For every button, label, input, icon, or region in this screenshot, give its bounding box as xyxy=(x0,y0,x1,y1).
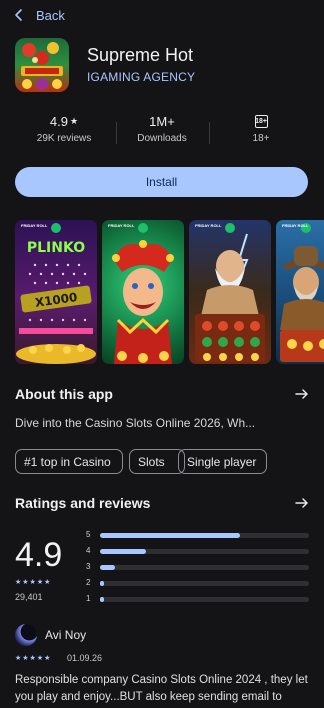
stat-age: 18+ 18+ xyxy=(211,110,311,144)
histogram-label: 3 xyxy=(86,562,91,571)
back-button[interactable]: Back xyxy=(12,4,65,26)
stat-rating: 4.9 ★ 29K reviews xyxy=(14,110,114,145)
app-title: Supreme Hot xyxy=(87,45,194,65)
rating-count: 29,401 xyxy=(15,592,43,602)
screenshot-cowboy[interactable]: FRIDAY ROLL xyxy=(276,220,324,364)
about-description: Dive into the Casino Slots Online 2026, … xyxy=(15,416,256,430)
rating-score: 4.9 xyxy=(15,536,63,574)
about-section-header[interactable]: About this app xyxy=(15,383,309,405)
arrow-right-icon xyxy=(295,389,308,399)
reviews-count: 29K reviews xyxy=(36,133,92,144)
arrow-right-icon xyxy=(295,498,308,508)
histogram-bar xyxy=(100,533,241,538)
histogram-row: 2 xyxy=(86,578,309,588)
histogram-label: 2 xyxy=(86,578,91,587)
app-icon xyxy=(15,38,69,92)
histogram-bar xyxy=(100,549,146,554)
downloads-value: 1M+ xyxy=(149,113,175,129)
developer-link[interactable]: IGAMING AGENCY xyxy=(87,70,195,84)
screenshot-zeus[interactable]: FRIDAY ROLL xyxy=(189,220,271,364)
histogram-label: 4 xyxy=(86,546,91,555)
tag-chip[interactable]: #1 top in Casino xyxy=(15,449,123,474)
screenshot-brand: FRIDAY ROLL xyxy=(195,223,222,228)
downloads-label: Downloads xyxy=(137,133,187,144)
histogram-bar xyxy=(100,565,115,570)
histogram-bar xyxy=(100,597,105,602)
top-bar: Back xyxy=(0,0,324,28)
ratings-section-header[interactable]: Ratings and reviews xyxy=(15,492,309,514)
histogram-row: 3 xyxy=(86,562,309,572)
histogram-row: 1 xyxy=(86,594,309,604)
back-label: Back xyxy=(36,7,65,23)
histogram-bar xyxy=(100,581,105,586)
about-title: About this app xyxy=(15,386,113,402)
star-icon: ★ xyxy=(70,115,79,126)
plinko-caption: PLINKO xyxy=(27,240,85,256)
screenshot-brand: FRIDAY ROLL xyxy=(282,223,309,228)
stat-downloads: 1M+ Downloads xyxy=(112,110,212,145)
reviewer-name: Avi Noy xyxy=(45,628,87,642)
review-text: Responsible company Casino Slots Online … xyxy=(15,674,308,703)
app-stats: 4.9 ★ 29K reviews 1M+ Downloads 18+ 18+ xyxy=(0,110,324,156)
histogram-label: 5 xyxy=(86,530,91,539)
age-label: 18+ xyxy=(252,133,270,144)
divider xyxy=(209,122,210,144)
screenshot-jester[interactable]: FRIDAY ROLL xyxy=(102,220,184,364)
install-button[interactable]: Install xyxy=(15,167,308,197)
app-header: Supreme Hot IGAMING AGENCY xyxy=(15,38,315,98)
review-stars: ★★★★★ xyxy=(15,655,52,662)
tag-chip[interactable]: Slots xyxy=(129,449,185,474)
screenshot-brand: FRIDAY ROLL xyxy=(108,223,135,228)
histogram-label: 1 xyxy=(86,594,91,603)
age-rating-icon: 18+ xyxy=(254,114,268,128)
chevron-left-icon xyxy=(15,9,22,21)
screenshot-carousel[interactable]: PLINKO X1000 FRIDAY ROLL FRIDAY ROLL FRI… xyxy=(15,220,324,366)
ratings-title: Ratings and reviews xyxy=(15,495,151,511)
avatar xyxy=(15,624,37,646)
review-date: 01.09.26 xyxy=(67,653,103,663)
histogram-row: 4 xyxy=(86,546,309,556)
screenshot-plinko[interactable]: PLINKO X1000 FRIDAY ROLL xyxy=(15,220,97,364)
rating-stars: ★★★★★ xyxy=(15,579,52,586)
tag-chip[interactable]: Single player xyxy=(178,449,267,474)
screenshot-brand: FRIDAY ROLL xyxy=(21,223,48,228)
rating-value: 4.9 xyxy=(49,113,68,129)
histogram-row: 5 xyxy=(86,530,309,540)
